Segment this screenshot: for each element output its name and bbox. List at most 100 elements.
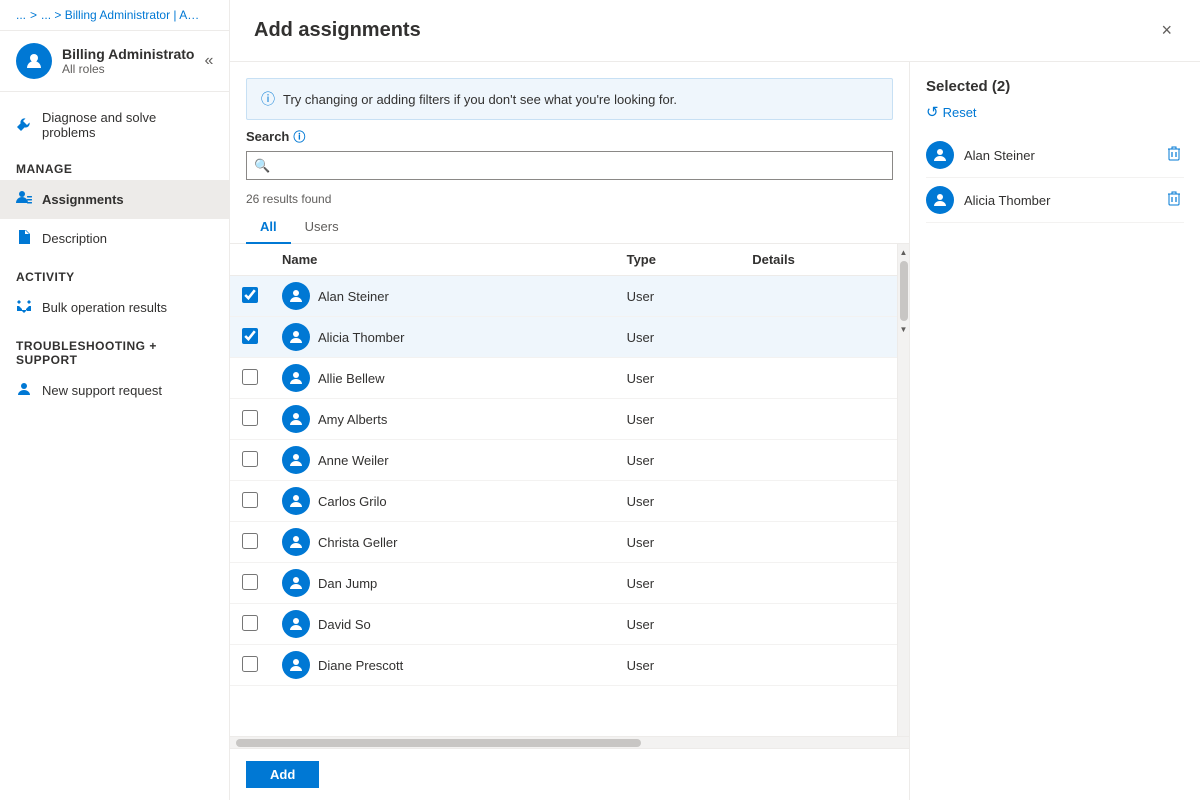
search-help-icon[interactable]: ⓘ [293,128,305,145]
details-cell [740,276,897,317]
table-scroll[interactable]: Name Type Details Alan SteinerUserAlicia… [230,244,897,736]
table-row: Carlos GriloUser [230,481,897,522]
modal-close-button[interactable]: × [1157,16,1176,45]
type-cell: User [615,645,741,686]
user-name: Alan Steiner [318,289,389,304]
row-checkbox[interactable] [242,369,258,385]
add-button[interactable]: Add [246,761,319,788]
scroll-up-button[interactable]: ▲ [898,246,909,259]
name-cell: David So [270,604,615,645]
checkbox-cell[interactable] [230,522,270,563]
row-checkbox[interactable] [242,287,258,303]
checkbox-cell[interactable] [230,358,270,399]
breadcrumb-dots: ... [16,8,26,22]
details-cell [740,481,897,522]
reset-icon: ↺ [926,103,939,121]
row-checkbox[interactable] [242,328,258,344]
search-icon: 🔍 [254,158,270,174]
sidebar-item-support[interactable]: New support request [0,371,229,410]
modal-body: ⓘ Try changing or adding filters if you … [230,62,1200,800]
sidebar-item-label-bulk: Bulk operation results [42,300,167,315]
users-table: Name Type Details Alan SteinerUserAlicia… [230,244,897,686]
checkbox-cell[interactable] [230,276,270,317]
sidebar-item-assignments[interactable]: Assignments [0,180,229,219]
user-avatar [282,610,310,638]
checkbox-cell[interactable] [230,645,270,686]
checkbox-cell[interactable] [230,440,270,481]
sidebar-item-label-diagnose: Diagnose and solve problems [42,110,213,140]
breadcrumb[interactable]: ... > ... > Billing Administrator | Assi… [0,0,229,31]
row-checkbox[interactable] [242,656,258,672]
vertical-scrollbar[interactable]: ▲ ▼ [897,244,909,736]
checkbox-cell[interactable] [230,481,270,522]
scroll-thumb[interactable] [236,739,641,747]
selected-title: Selected (2) [926,78,1010,95]
add-row: Add [230,748,909,800]
details-cell [740,399,897,440]
table-container: Name Type Details Alan SteinerUserAlicia… [230,244,909,736]
sidebar-item-bulk[interactable]: Bulk operation results [0,288,229,327]
reset-button[interactable]: ↺ Reset [926,103,1184,121]
selected-header: Selected (2) [926,78,1184,95]
row-checkbox[interactable] [242,533,258,549]
header-details: Details [740,244,897,276]
search-input[interactable] [246,151,893,180]
header-checkbox [230,244,270,276]
name-cell: Christa Geller [270,522,615,563]
table-row: Dan JumpUser [230,563,897,604]
row-checkbox[interactable] [242,492,258,508]
table-row: David SoUser [230,604,897,645]
user-avatar [282,651,310,679]
tab-users[interactable]: Users [291,211,353,244]
name-cell: Alan Steiner [270,276,615,317]
collapse-button[interactable]: « [204,52,213,70]
modal-title: Add assignments [254,19,421,42]
sidebar-item-diagnose[interactable]: Diagnose and solve problems [0,100,229,150]
row-checkbox[interactable] [242,615,258,631]
user-avatar [282,446,310,474]
user-name: Diane Prescott [318,658,403,673]
checkbox-cell[interactable] [230,604,270,645]
type-cell: User [615,563,741,604]
name-cell: Amy Alberts [270,399,615,440]
table-row: Allie BellewUser [230,358,897,399]
main-content: Add assignments × ⓘ Try changing or addi… [230,0,1200,800]
user-avatar [282,569,310,597]
user-name: Allie Bellew [318,371,384,386]
row-checkbox[interactable] [242,410,258,426]
selected-avatar [926,186,954,214]
sidebar-item-description[interactable]: Description [0,219,229,258]
row-checkbox[interactable] [242,574,258,590]
horizontal-scrollbar[interactable] [230,736,909,748]
checkbox-cell[interactable] [230,563,270,604]
delete-icon[interactable] [1164,143,1184,168]
right-panel: Selected (2) ↺ Reset Alan Steiner Alicia… [910,62,1200,800]
name-cell: Dan Jump [270,563,615,604]
troubleshooting-section-label: Troubleshooting + Support [0,327,229,371]
selected-items-list: Alan Steiner Alicia Thomber [926,133,1184,223]
scroll-track[interactable] [900,261,908,321]
header-type: Type [615,244,741,276]
type-cell: User [615,440,741,481]
manage-section-label: Manage [0,150,229,180]
row-checkbox[interactable] [242,451,258,467]
checkbox-cell[interactable] [230,399,270,440]
modal-overlay: Add assignments × ⓘ Try changing or addi… [230,0,1200,800]
sidebar-item-label-assignments: Assignments [42,192,124,207]
delete-icon[interactable] [1164,188,1184,213]
sidebar: ... > ... > Billing Administrator | Assi… [0,0,230,800]
checkbox-cell[interactable] [230,317,270,358]
name-cell: Diane Prescott [270,645,615,686]
user-avatar [282,405,310,433]
tab-all[interactable]: All [246,211,291,244]
scroll-down-button[interactable]: ▼ [898,323,909,336]
user-name: Amy Alberts [318,412,387,427]
details-cell [740,440,897,481]
activity-section-label: Activity [0,258,229,288]
sidebar-item-label-support: New support request [42,383,162,398]
table-row: Amy AlbertsUser [230,399,897,440]
sidebar-subtitle: All roles [62,62,194,76]
selected-item-name: Alan Steiner [964,148,1154,163]
left-panel: ⓘ Try changing or adding filters if you … [230,62,910,800]
table-row: Anne WeilerUser [230,440,897,481]
